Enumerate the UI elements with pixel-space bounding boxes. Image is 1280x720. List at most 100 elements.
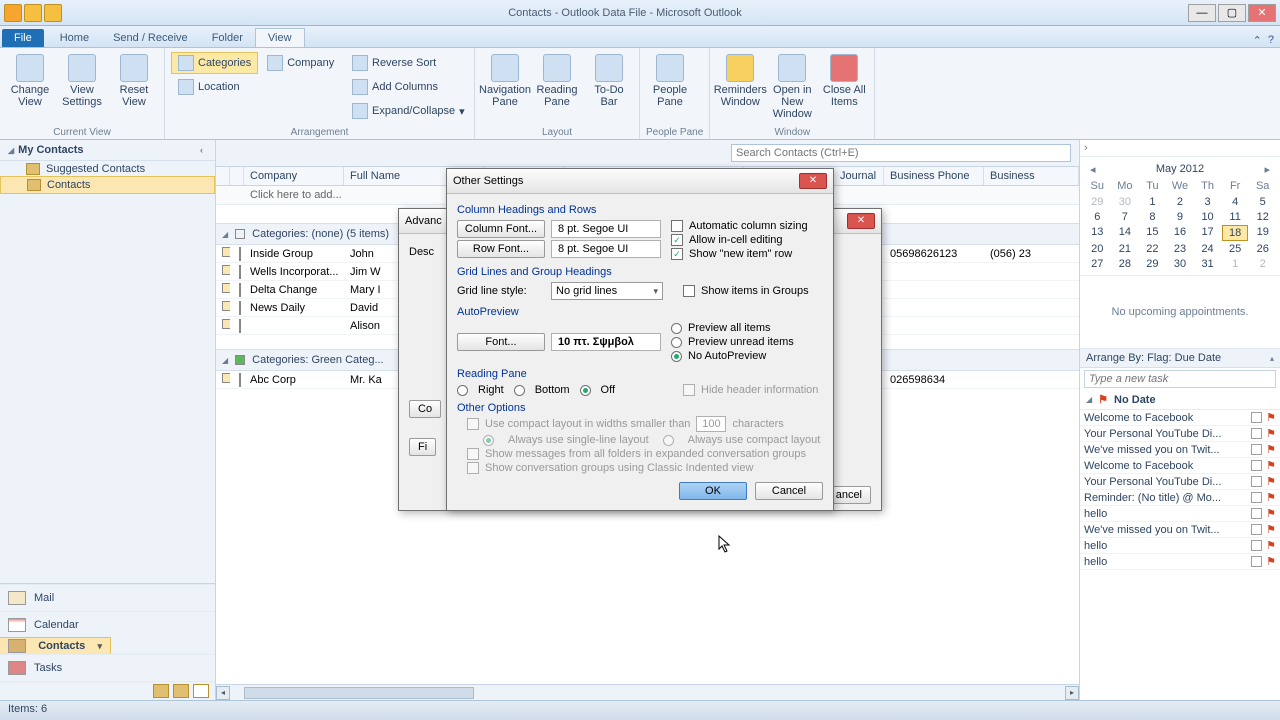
arrange-by[interactable]: Arrange By: Flag: Due Date▴ [1080, 349, 1280, 368]
flag-icon[interactable]: ⚑ [1266, 411, 1276, 424]
tab-folder[interactable]: Folder [200, 29, 255, 47]
calendar-day[interactable]: 7 [1112, 210, 1139, 224]
calendar-day[interactable]: 27 [1084, 257, 1111, 271]
calendar-day[interactable]: 25 [1222, 242, 1249, 256]
nav-folder-list-icon[interactable] [173, 684, 189, 698]
col-businessphone[interactable]: Business Phone [884, 167, 984, 185]
task-complete-checkbox[interactable] [1251, 524, 1262, 535]
calendar-day[interactable]: 28 [1112, 257, 1139, 271]
format-columns-button[interactable]: Fi [409, 438, 436, 456]
flag-icon[interactable]: ⚑ [1266, 539, 1276, 552]
arrange-location[interactable]: Location [171, 76, 247, 98]
task-item[interactable]: hello⚑ [1080, 506, 1280, 522]
task-complete-checkbox[interactable] [1251, 412, 1262, 423]
task-item[interactable]: hello⚑ [1080, 554, 1280, 570]
calendar-day[interactable]: 2 [1249, 257, 1276, 271]
show-new-item-row-checkbox[interactable] [671, 248, 683, 260]
close-all-items-button[interactable]: Close All Items [820, 50, 868, 125]
view-settings-button[interactable]: View Settings [58, 50, 106, 125]
col-business[interactable]: Business [984, 167, 1079, 185]
calendar-day[interactable]: 22 [1139, 242, 1166, 256]
reading-pane-button[interactable]: Reading Pane [533, 50, 581, 125]
reading-right-radio[interactable] [457, 385, 468, 396]
new-task-input[interactable] [1084, 370, 1276, 388]
calendar-day[interactable]: 19 [1249, 225, 1276, 241]
calendar-day[interactable]: 10 [1194, 210, 1221, 224]
calendar-day[interactable]: 11 [1222, 210, 1249, 224]
nav-contacts-tab[interactable]: Contacts [0, 637, 111, 655]
nav-notes-icon[interactable] [153, 684, 169, 698]
task-item[interactable]: Reminder: (No title) @ Mo...⚑ [1080, 490, 1280, 506]
task-complete-checkbox[interactable] [1251, 540, 1262, 551]
arrange-company[interactable]: Company [260, 52, 341, 74]
qat-undo-icon[interactable] [44, 4, 62, 22]
maximize-button[interactable]: ▢ [1218, 4, 1246, 22]
conditional-formatting-button[interactable]: Co [409, 400, 441, 418]
calendar-day[interactable]: 30 [1167, 257, 1194, 271]
task-item[interactable]: Your Personal YouTube Di...⚑ [1080, 474, 1280, 490]
calendar-day[interactable]: 2 [1167, 195, 1194, 209]
minimize-button[interactable]: — [1188, 4, 1216, 22]
advanced-dialog-close-icon[interactable]: ✕ [847, 213, 875, 229]
calendar-day[interactable]: 15 [1139, 225, 1166, 241]
nav-contacts[interactable]: Contacts [0, 176, 215, 194]
ribbon-minimize-icon[interactable]: ⌃ [1253, 34, 1262, 47]
calendar-day[interactable]: 30 [1112, 195, 1139, 209]
nav-tasks[interactable]: Tasks [0, 654, 215, 681]
task-item[interactable]: We've missed you on Twit...⚑ [1080, 442, 1280, 458]
reset-view-button[interactable]: Reset View [110, 50, 158, 125]
reading-off-radio[interactable] [580, 385, 591, 396]
calendar-day[interactable]: 17 [1194, 225, 1221, 241]
calendar-day[interactable]: 5 [1249, 195, 1276, 209]
tab-home[interactable]: Home [48, 29, 101, 47]
calendar-day[interactable]: 13 [1084, 225, 1111, 241]
task-item[interactable]: Welcome to Facebook⚑ [1080, 410, 1280, 426]
calendar-day[interactable]: 16 [1167, 225, 1194, 241]
expand-collapse[interactable]: Expand/Collapse▾ [345, 100, 472, 122]
other-settings-close-icon[interactable]: ✕ [799, 173, 827, 189]
nav-calendar[interactable]: Calendar [0, 611, 215, 638]
calendar-day[interactable]: 23 [1167, 242, 1194, 256]
grid-line-style-select[interactable]: No grid lines [551, 282, 663, 300]
people-pane-button[interactable]: People Pane [646, 50, 694, 125]
reverse-sort[interactable]: Reverse Sort [345, 52, 472, 74]
calendar-day[interactable]: 24 [1194, 242, 1221, 256]
preview-all-radio[interactable] [671, 323, 682, 334]
calendar-day[interactable]: 8 [1139, 210, 1166, 224]
calendar-day[interactable]: 1 [1139, 195, 1166, 209]
nav-mail[interactable]: Mail [0, 584, 215, 611]
calendar-day[interactable]: 26 [1249, 242, 1276, 256]
calendar-day[interactable]: 21 [1112, 242, 1139, 256]
show-items-in-groups-checkbox[interactable] [683, 285, 695, 297]
no-autopreview-radio[interactable] [671, 351, 682, 362]
cal-prev-icon[interactable]: ◂ [1090, 163, 1096, 176]
flag-icon[interactable]: ⚑ [1266, 427, 1276, 440]
task-complete-checkbox[interactable] [1251, 476, 1262, 487]
calendar-day[interactable]: 9 [1167, 210, 1194, 224]
tab-view[interactable]: View [255, 28, 305, 47]
scroll-thumb[interactable] [244, 687, 474, 699]
close-window-button[interactable]: ✕ [1248, 4, 1276, 22]
calendar-day[interactable]: 6 [1084, 210, 1111, 224]
nav-collapse-icon[interactable]: ‹ [196, 145, 207, 155]
auto-column-sizing-checkbox[interactable] [671, 220, 683, 232]
column-font-button[interactable]: Column Font... [457, 220, 545, 238]
calendar-day[interactable]: 20 [1084, 242, 1111, 256]
arrange-categories[interactable]: Categories [171, 52, 258, 74]
todo-expand-icon[interactable]: › [1084, 142, 1088, 154]
calendar-day[interactable]: 3 [1194, 195, 1221, 209]
flag-icon[interactable]: ⚑ [1266, 459, 1276, 472]
horizontal-scrollbar[interactable]: ◂ ▸ [216, 684, 1079, 700]
reading-bottom-radio[interactable] [514, 385, 525, 396]
scroll-right-icon[interactable]: ▸ [1065, 686, 1079, 700]
cancel-button[interactable]: Cancel [755, 482, 823, 500]
nodate-group[interactable]: ⚑No Date [1080, 390, 1280, 410]
row-font-button[interactable]: Row Font... [457, 240, 545, 258]
flag-icon[interactable]: ⚑ [1266, 507, 1276, 520]
task-item[interactable]: Your Personal YouTube Di...⚑ [1080, 426, 1280, 442]
task-complete-checkbox[interactable] [1251, 556, 1262, 567]
task-item[interactable]: We've missed you on Twit...⚑ [1080, 522, 1280, 538]
calendar-day[interactable]: 1 [1222, 257, 1249, 271]
calendar-day[interactable]: 14 [1112, 225, 1139, 241]
calendar-day[interactable]: 31 [1194, 257, 1221, 271]
